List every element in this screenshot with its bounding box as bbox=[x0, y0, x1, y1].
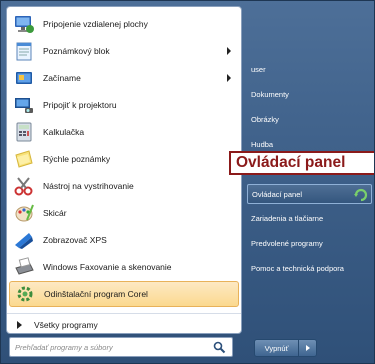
program-item-snipping-tool[interactable]: Nástroj na vystrihovanie bbox=[9, 173, 239, 199]
projector-icon bbox=[15, 98, 33, 113]
program-label: Zobrazovač XPS bbox=[43, 235, 107, 245]
right-item-documents[interactable]: Dokumenty bbox=[247, 85, 372, 103]
all-programs-label: Všetky programy bbox=[34, 319, 98, 330]
right-item-help-support[interactable]: Pomoc a technická podpora bbox=[247, 259, 372, 277]
program-label: Odinštalační program Corel bbox=[44, 289, 148, 299]
xps-viewer-icon bbox=[15, 233, 33, 249]
right-item-default-programs[interactable]: Predvolené programy bbox=[247, 234, 372, 252]
right-item-user[interactable]: user bbox=[247, 60, 372, 78]
right-item-control-panel[interactable]: Ovládací panel bbox=[247, 184, 372, 204]
program-item-corel-uninstaller[interactable]: Odinštalační program Corel bbox=[9, 281, 239, 307]
program-item-sticky-notes[interactable]: Rýchle poznámky bbox=[9, 146, 239, 172]
search-input[interactable] bbox=[15, 339, 205, 355]
remote-desktop-icon bbox=[15, 16, 34, 33]
program-label: Poznámkový blok bbox=[43, 46, 110, 56]
shutdown-label[interactable]: Vypnúť bbox=[255, 340, 299, 356]
program-item-notepad[interactable]: Poznámkový blok bbox=[9, 38, 239, 64]
program-label: Windows Faxovanie a skenovanie bbox=[43, 262, 172, 272]
program-label: Začíname bbox=[43, 73, 81, 83]
uninstall-icon bbox=[17, 286, 33, 302]
program-item-paint[interactable]: Skicár bbox=[9, 200, 239, 226]
program-label: Kalkulačka bbox=[43, 127, 85, 137]
program-item-getting-started[interactable]: Začíname bbox=[9, 65, 239, 91]
sticky-notes-icon bbox=[15, 150, 33, 168]
program-item-projector[interactable]: Pripojiť k projektoru bbox=[9, 92, 239, 118]
program-label: Nástroj na vystrihovanie bbox=[43, 181, 134, 191]
notepad-icon bbox=[16, 42, 32, 61]
submenu-arrow-icon[interactable] bbox=[227, 74, 231, 82]
program-item-fax-scan[interactable]: Windows Faxovanie a skenovanie bbox=[9, 254, 239, 280]
shutdown-options-button[interactable] bbox=[299, 340, 316, 356]
snipping-tool-icon bbox=[14, 177, 33, 196]
program-item-xps-viewer[interactable]: Zobrazovač XPS bbox=[9, 227, 239, 253]
program-list: Pripojenie vzdialenej plochy Poznámkový … bbox=[7, 7, 241, 312]
paint-icon bbox=[15, 204, 34, 222]
submenu-arrow-icon[interactable] bbox=[227, 47, 231, 55]
program-item-calculator[interactable]: Kalkulačka bbox=[9, 119, 239, 145]
expand-arrow-icon bbox=[17, 320, 22, 329]
chevron-right-icon bbox=[305, 345, 310, 351]
fax-scan-icon bbox=[15, 257, 34, 275]
right-item-pictures[interactable]: Obrázky bbox=[247, 110, 372, 128]
start-menu: Pripojenie vzdialenej plochy Poznámkový … bbox=[0, 0, 375, 364]
search-icon[interactable] bbox=[213, 341, 226, 354]
control-panel-label: Ovládací panel bbox=[252, 189, 303, 199]
all-programs-button[interactable]: Všetky programy bbox=[7, 313, 241, 333]
program-label: Skicár bbox=[43, 208, 67, 218]
right-item-devices-printers[interactable]: Zariadenia a tlačiarne bbox=[247, 209, 372, 227]
program-label: Rýchle poznámky bbox=[43, 154, 111, 164]
program-label: Pripojenie vzdialenej plochy bbox=[43, 19, 148, 29]
shutdown-button[interactable]: Vypnúť bbox=[254, 339, 317, 357]
program-label: Pripojiť k projektoru bbox=[43, 100, 117, 110]
programs-pane: Pripojenie vzdialenej plochy Poznámkový … bbox=[6, 6, 242, 334]
refresh-arrow-icon bbox=[354, 188, 368, 202]
search-box[interactable] bbox=[9, 337, 233, 357]
program-item-remote-desktop[interactable]: Pripojenie vzdialenej plochy bbox=[9, 11, 239, 37]
calculator-icon bbox=[16, 122, 32, 142]
getting-started-icon bbox=[16, 72, 32, 84]
tooltip: Ovládací panel bbox=[229, 151, 374, 175]
